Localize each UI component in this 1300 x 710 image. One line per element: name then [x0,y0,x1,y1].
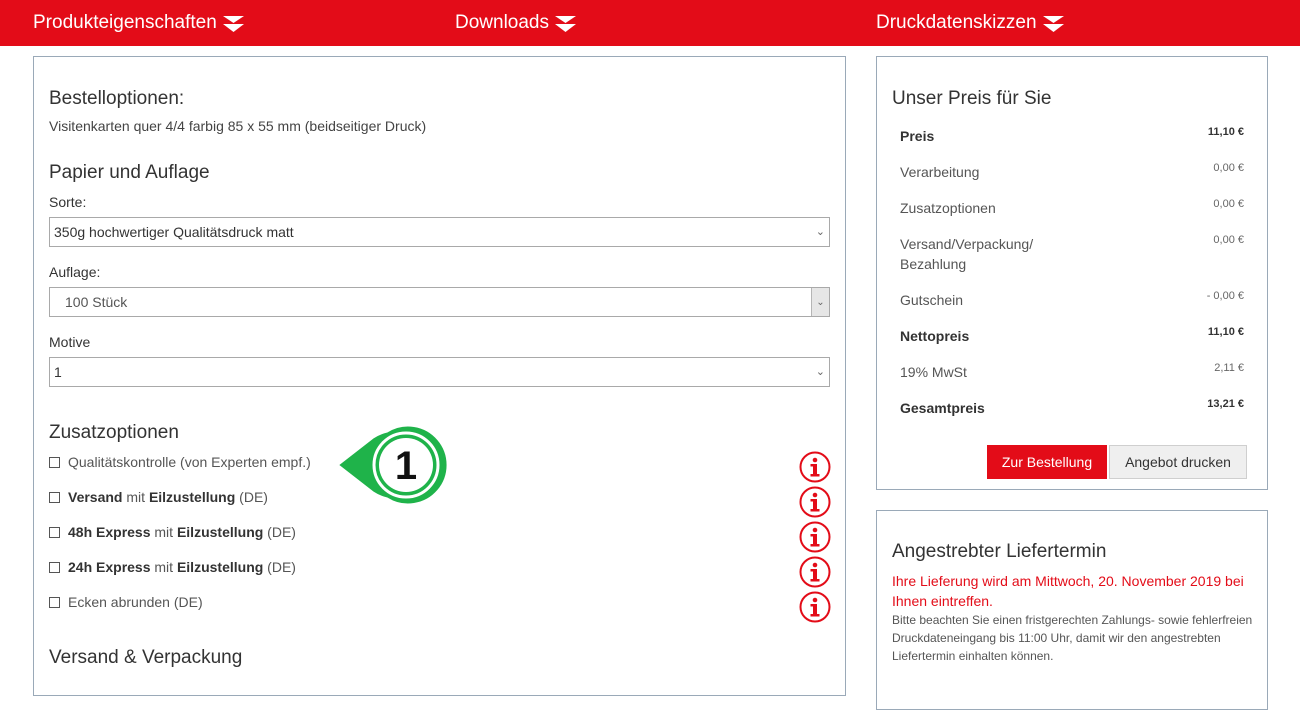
info-icon[interactable] [799,521,831,553]
option-label-bold: 24h Express [68,559,151,575]
nav-item-label: Druckdatenskizzen [876,12,1037,33]
price-row-label: Gutschein [900,292,964,308]
info-icon[interactable] [799,556,831,588]
option-label-bold: 48h Express [68,524,151,540]
product-description: Visitenkarten quer 4/4 farbig 85 x 55 mm… [49,118,427,134]
option-label-tail: (DE) [263,524,296,540]
chevron-down-icon: ⌄ [815,366,825,378]
nav-item-druckdatenskizzen[interactable]: Druckdatenskizzen [876,0,1064,46]
option-label-bold: Eilzustellung [176,559,264,575]
order-options-heading: Bestelloptionen: [49,88,185,109]
delivery-date-text: Ihre Lieferung wird am Mittwoch, 20. Nov… [892,573,1244,609]
option-ecken-abrunden: Ecken abrunden (DE) [49,592,203,612]
checkbox[interactable] [49,526,60,538]
price-row-label: Zusatzoptionen [900,200,996,216]
paper-section-heading: Papier und Auflage [49,162,210,183]
chevron-down-icon: ⌄ [815,226,825,238]
top-navigation: Produkteigenschaften Downloads Druckdate… [0,0,1300,46]
dropdown-arrow-icon [222,16,244,32]
delivery-note: Bitte beachten Sie einen fristgerechten … [892,613,1253,663]
motive-select-value: 1 [54,364,62,380]
price-row-value: 0,00 € [1213,162,1244,174]
option-label-bold: Eilzustellung [148,489,236,505]
auflage-select-value: 100 Stück [65,294,128,310]
info-icon[interactable] [799,591,831,623]
nav-item-label: Downloads [455,12,549,33]
price-row-label: 19% MwSt [900,364,967,380]
price-row-nettopreis: Nettopreis 11,10 € [900,326,1244,346]
price-row-preis: Preis 11,10 € [900,126,1244,146]
callout-marker: 1 [334,423,450,507]
option-24h-express: 24h Express mit Eilzustellung (DE) [49,557,296,577]
option-label-bold: Versand [68,489,123,505]
option-label: Qualitätskontrolle (von Experten empf.) [68,454,311,470]
shipping-section-heading: Versand & Verpackung [49,647,243,668]
price-row-versand: Versand/Verpackung/ Bezahlung 0,00 € [900,234,1244,274]
option-label-tail: (DE) [235,489,268,505]
price-panel: Unser Preis für Sie Preis 11,10 € Verarb… [876,56,1268,490]
price-row-label: Preis [900,128,935,144]
sorte-label: Sorte: [49,194,87,210]
price-row-gesamtpreis: Gesamtpreis 13,21 € [900,398,1244,418]
checkbox[interactable] [49,596,60,608]
order-button[interactable]: Zur Bestellung [987,445,1107,479]
price-row-label: Verarbeitung [900,164,980,180]
price-row-value: 11,10 € [1207,326,1244,338]
info-icon[interactable] [799,451,831,483]
price-row-verarbeitung: Verarbeitung 0,00 € [900,162,1244,182]
price-row-value: 0,00 € [1213,198,1244,210]
checkbox[interactable] [49,491,60,503]
price-row-gutschein: Gutschein - 0,00 € [900,290,1244,310]
auflage-label: Auflage: [49,264,101,280]
option-label-tail: (DE) [263,559,296,575]
price-row-value: 2,11 € [1214,362,1244,374]
option-label-connector: mit [150,524,177,540]
info-icon[interactable] [799,486,831,518]
extras-section-heading: Zusatzoptionen [49,422,179,443]
option-label-connector: mit [122,489,149,505]
dropdown-arrow-icon [1042,16,1064,32]
nav-item-downloads[interactable]: Downloads [455,0,576,46]
option-label: Ecken abrunden (DE) [68,594,203,610]
delivery-panel: Angestrebter Liefertermin Ihre Lieferung… [876,510,1268,710]
option-label-connector: mit [150,559,177,575]
nav-item-produkteigenschaften[interactable]: Produkteigenschaften [33,0,244,46]
price-row-value: 0,00 € [1213,234,1244,246]
motive-select[interactable]: 1 ⌄ [49,357,830,387]
price-row-label: Nettopreis [900,328,970,344]
nav-item-label: Produkteigenschaften [33,12,217,33]
print-quote-button[interactable]: Angebot drucken [1109,445,1247,479]
checkbox[interactable] [49,456,60,468]
price-row-value: - 0,00 € [1206,290,1244,302]
price-row-mwst: 19% MwSt 2,11 € [900,362,1244,382]
price-row-label: Versand/Verpackung/ Bezahlung [900,236,1034,272]
option-qualitaetskontrolle: Qualitätskontrolle (von Experten empf.) [49,452,311,472]
price-row-value: 13,21 € [1207,398,1244,410]
order-options-panel: Bestelloptionen: Visitenkarten quer 4/4 … [33,56,846,696]
chevron-down-icon: ⌄ [811,288,829,316]
option-48h-express: 48h Express mit Eilzustellung (DE) [49,522,296,542]
price-row-label: Gesamtpreis [900,400,985,416]
price-heading: Unser Preis für Sie [892,88,1052,109]
option-versand-eilzustellung: Versand mit Eilzustellung (DE) [49,487,268,507]
price-row-value: 11,10 € [1207,126,1244,138]
sorte-select-value: 350g hochwertiger Qualitätsdruck matt [54,224,294,240]
option-label-bold: Eilzustellung [176,524,264,540]
dropdown-arrow-icon [555,16,576,32]
sorte-select[interactable]: 350g hochwertiger Qualitätsdruck matt ⌄ [49,217,830,247]
auflage-select[interactable]: 100 Stück ⌄ [49,287,830,317]
checkbox[interactable] [49,561,60,573]
price-row-zusatzoptionen: Zusatzoptionen 0,00 € [900,198,1244,218]
motive-label: Motive [49,334,91,350]
delivery-heading: Angestrebter Liefertermin [892,541,1107,562]
callout-number: 1 [395,444,417,488]
